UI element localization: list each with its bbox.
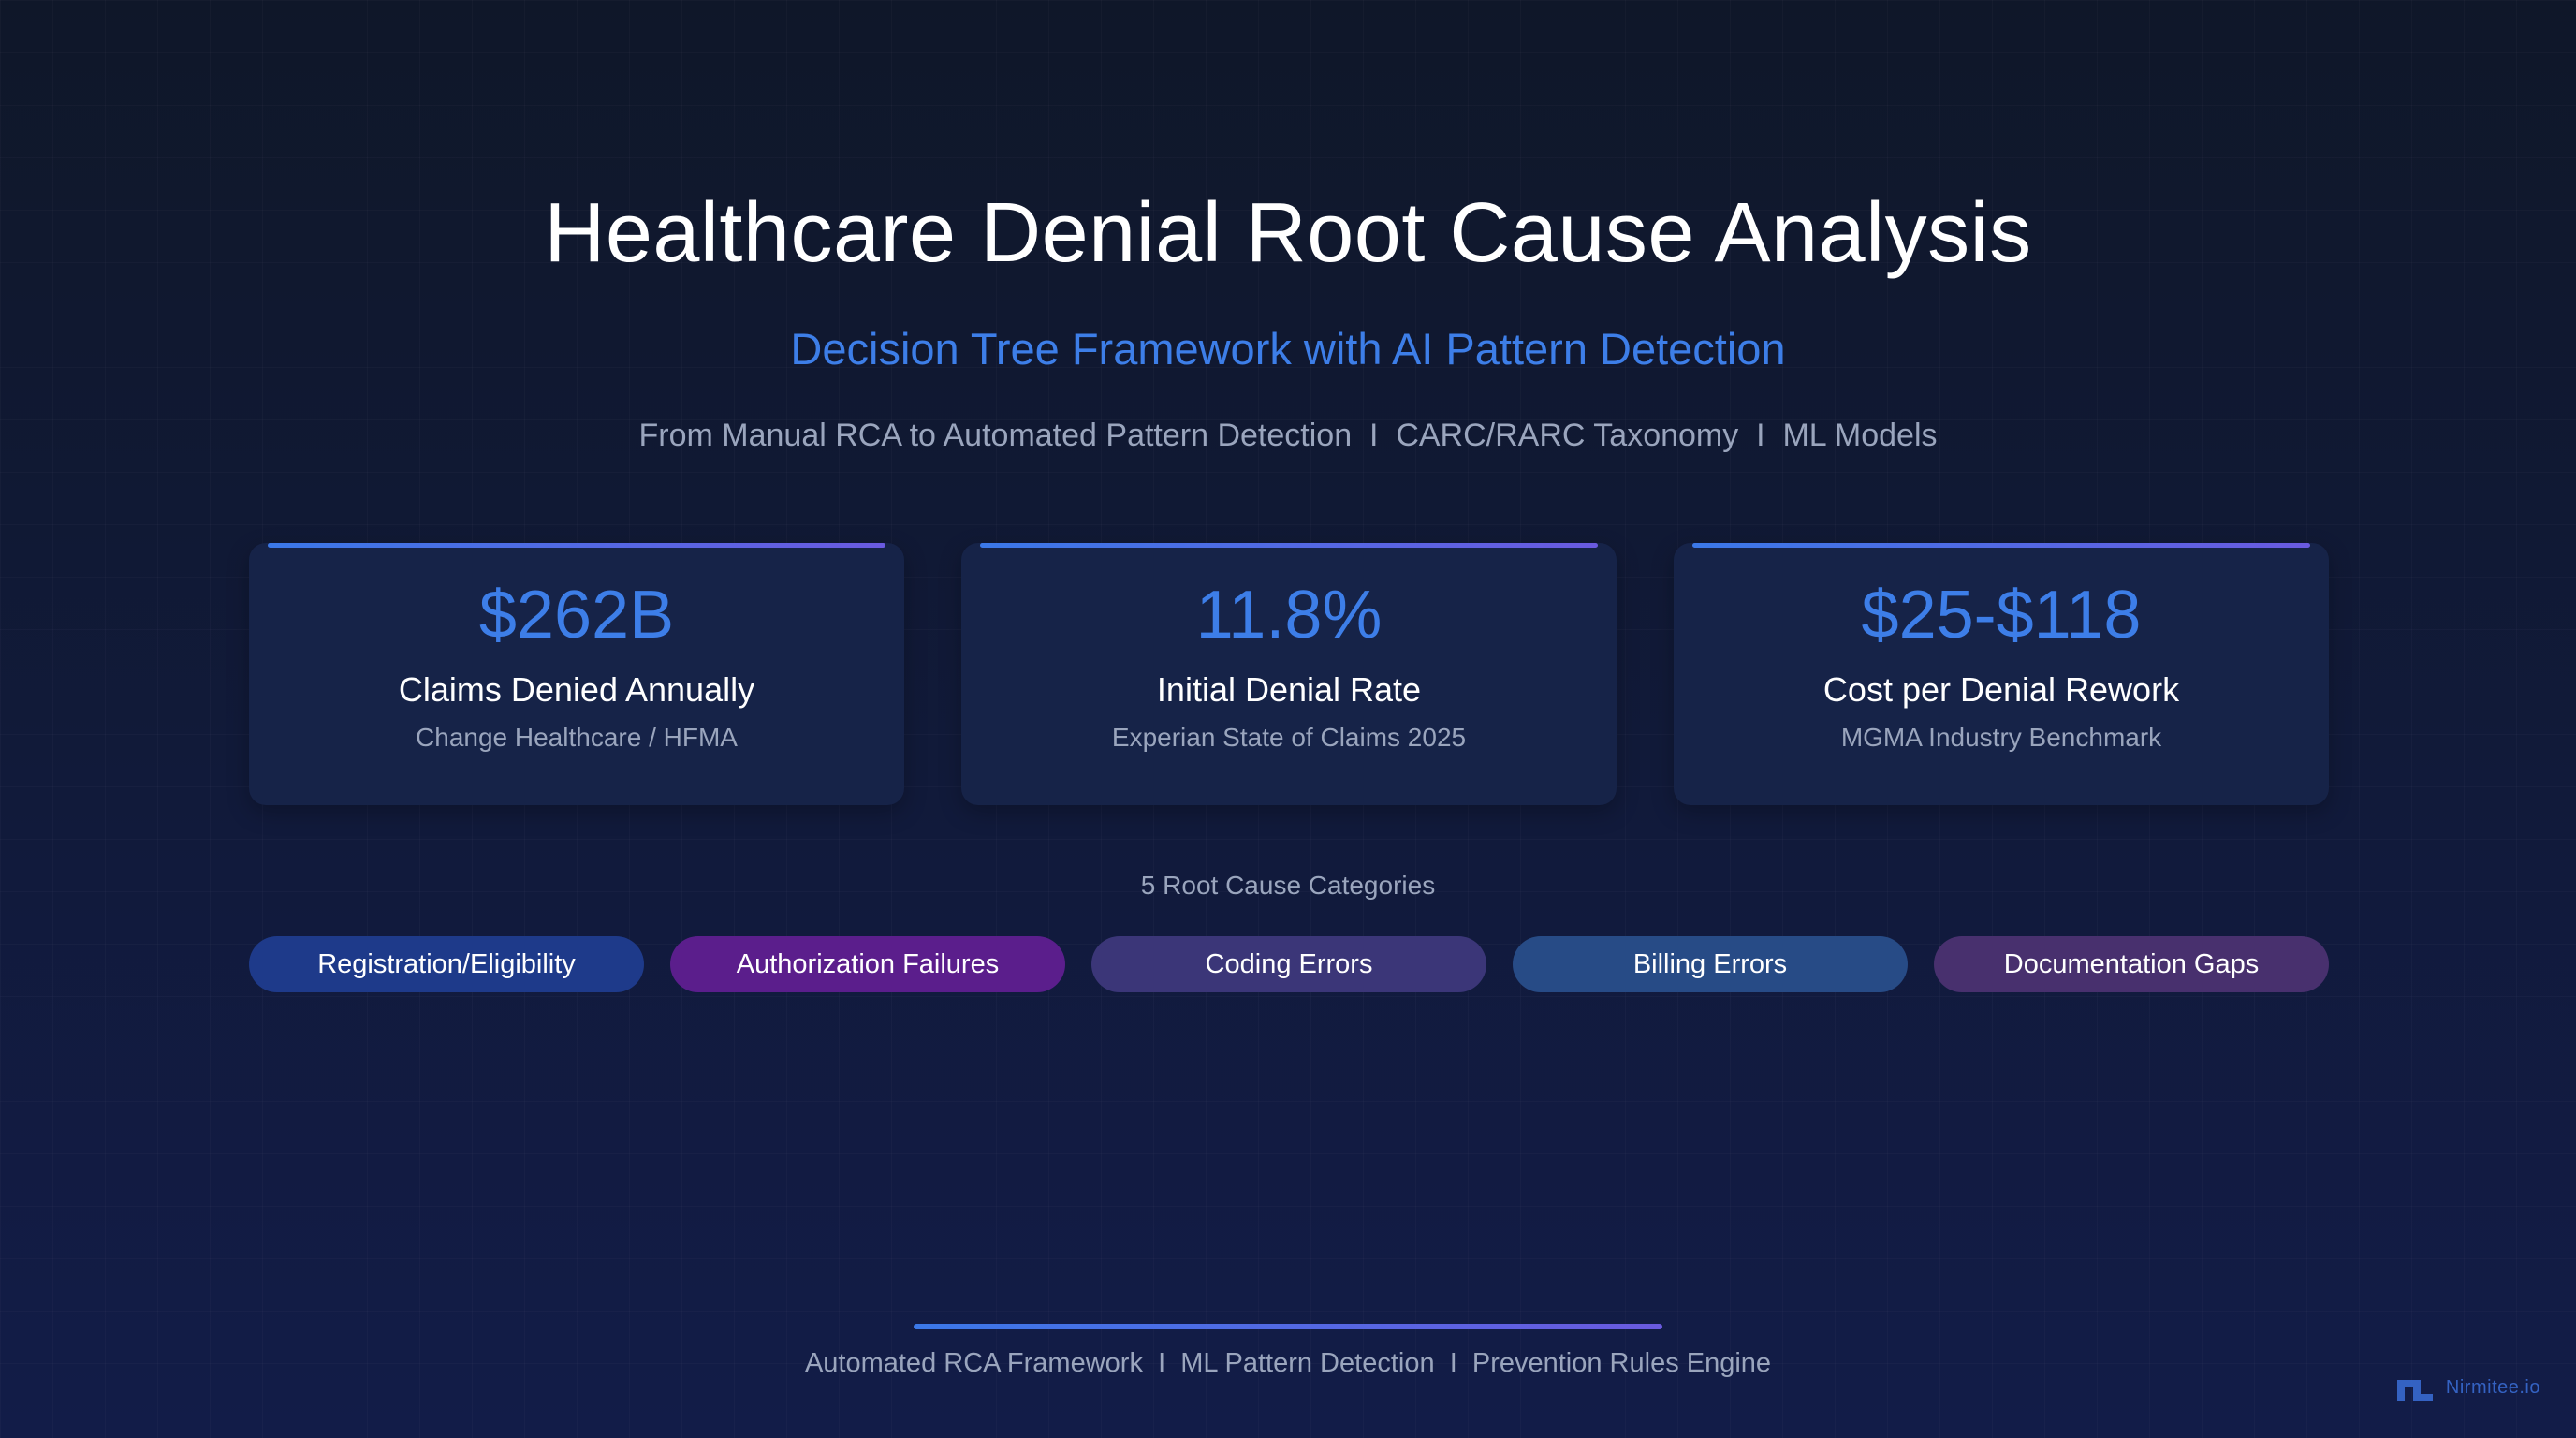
page-title: Healthcare Denial Root Cause Analysis <box>544 186 2032 280</box>
page-tagline: From Manual RCA to Automated Pattern Det… <box>638 418 1938 453</box>
stat-label: Initial Denial Rate <box>1156 670 1422 709</box>
stat-card-claims-denied: $262B Claims Denied Annually Change Heal… <box>249 543 904 805</box>
category-pill-coding[interactable]: Coding Errors <box>1091 936 1486 992</box>
stat-value: $25-$118 <box>1861 578 2142 653</box>
stat-card-denial-rate: 11.8% Initial Denial Rate Experian State… <box>961 543 1617 805</box>
stat-source: Experian State of Claims 2025 <box>1111 723 1467 752</box>
stat-card-accent-bar <box>1692 543 2310 548</box>
brand-logo: Nirmitee.io <box>2396 1374 2540 1401</box>
footer-accent-bar <box>914 1324 1662 1329</box>
brand-name: Nirmitee.io <box>2445 1376 2540 1398</box>
category-pills: Registration/Eligibility Authorization F… <box>249 936 2329 992</box>
stat-source: Change Healthcare / HFMA <box>416 723 738 752</box>
stat-label: Claims Denied Annually <box>398 670 755 709</box>
footer-text: Automated RCA Framework I ML Pattern Det… <box>804 1348 1772 1378</box>
category-pill-billing[interactable]: Billing Errors <box>1513 936 1908 992</box>
stat-card-rework-cost: $25-$118 Cost per Denial Rework MGMA Ind… <box>1674 543 2329 805</box>
categories-heading: 5 Root Cause Categories <box>1140 871 1436 900</box>
nirmitee-logo-icon <box>2396 1374 2433 1401</box>
stat-card-accent-bar <box>980 543 1598 548</box>
stat-value: $262B <box>478 578 675 653</box>
stat-card-accent-bar <box>268 543 886 548</box>
category-pill-documentation[interactable]: Documentation Gaps <box>1934 936 2329 992</box>
stats-row: $262B Claims Denied Annually Change Heal… <box>249 543 2329 805</box>
stat-value: 11.8% <box>1195 578 1383 653</box>
category-pill-registration[interactable]: Registration/Eligibility <box>249 936 644 992</box>
stat-label: Cost per Denial Rework <box>1822 670 2180 709</box>
stat-source: MGMA Industry Benchmark <box>1840 723 2162 752</box>
page-subtitle: Decision Tree Framework with AI Pattern … <box>790 324 1786 374</box>
category-pill-authorization[interactable]: Authorization Failures <box>670 936 1065 992</box>
